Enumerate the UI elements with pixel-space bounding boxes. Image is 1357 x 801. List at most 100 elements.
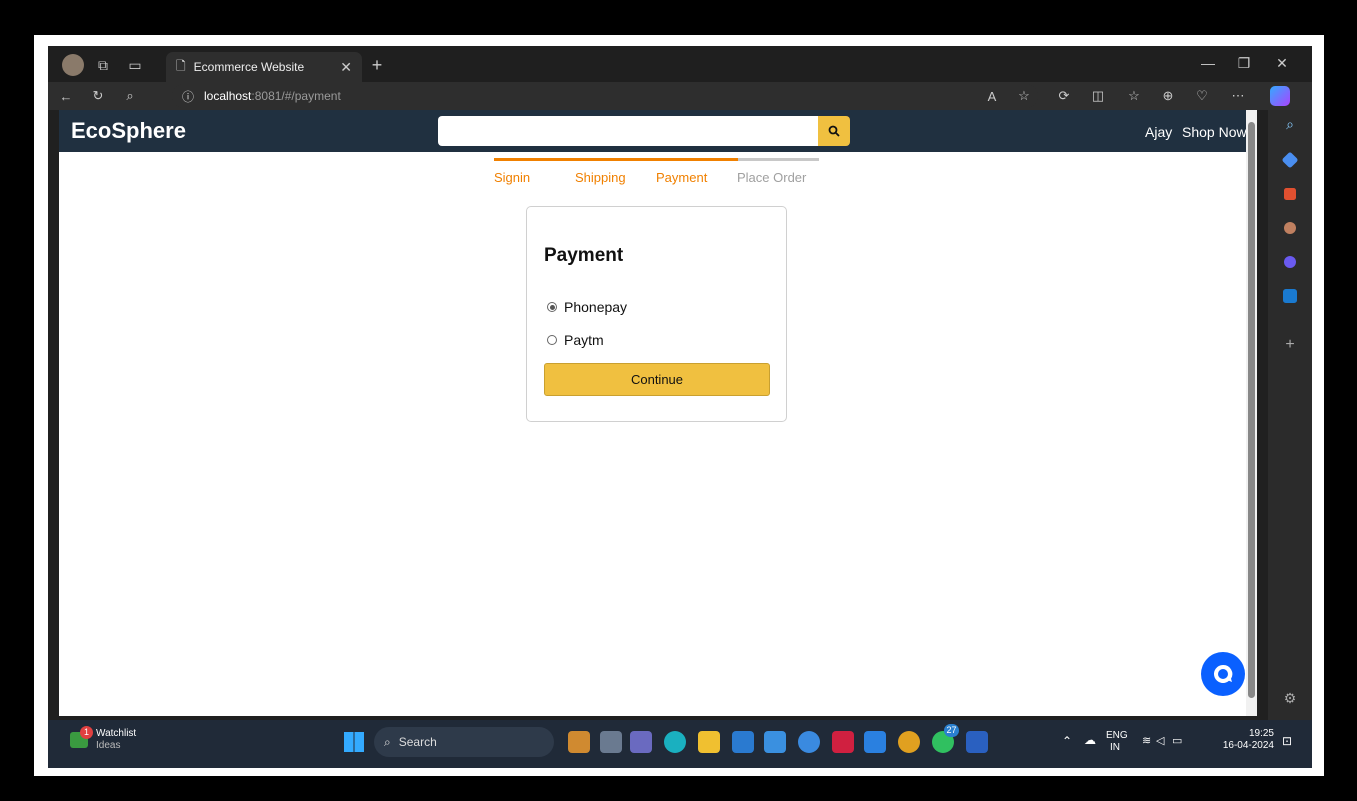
step-payment: Payment <box>656 170 708 185</box>
widgets-watchlist[interactable]: 1 Watchlist Ideas <box>70 726 200 760</box>
onedrive-icon[interactable]: ☁ <box>1084 733 1096 747</box>
page-scrollbar[interactable] <box>1246 110 1257 716</box>
minimize-icon[interactable]: — <box>1198 55 1218 71</box>
shop-now-link[interactable]: Shop Now <box>1182 124 1247 140</box>
new-tab-icon[interactable]: + <box>366 54 388 76</box>
read-aloud-icon[interactable]: A <box>982 86 1002 106</box>
taskbar-search[interactable]: ⌕ Search <box>374 727 554 757</box>
copilot-icon[interactable] <box>1270 86 1290 106</box>
chrome-icon[interactable] <box>898 731 920 753</box>
volume-icon[interactable]: ◁ <box>1156 734 1164 747</box>
language-bottom: IN <box>1110 742 1120 753</box>
watchlist-subtitle: Ideas <box>96 740 121 751</box>
step-place-order: Place Order <box>737 170 807 185</box>
url-field[interactable]: ⓘ localhost:8081/#/payment <box>172 84 1038 108</box>
product-search-input[interactable] <box>438 116 818 146</box>
taskbar-search-label: Search <box>398 735 437 749</box>
settings-gear-icon[interactable]: ⚙ <box>1280 690 1300 710</box>
watchlist-badge: 1 <box>80 726 93 739</box>
search-icon <box>828 125 840 137</box>
url-host: localhost <box>204 89 252 103</box>
file-explorer-icon[interactable] <box>698 731 720 753</box>
workspaces-icon[interactable]: ⧉ <box>92 54 114 76</box>
tools-icon[interactable] <box>1284 188 1296 200</box>
word-icon[interactable] <box>966 731 988 753</box>
search-button[interactable] <box>818 116 850 146</box>
close-tab-icon[interactable]: ✕ <box>340 59 352 76</box>
close-window-icon[interactable]: ✕ <box>1272 55 1292 72</box>
url-path: :8081/#/payment <box>251 89 341 103</box>
tray-expand-icon[interactable]: ⌃ <box>1062 734 1072 748</box>
games-icon[interactable] <box>1284 222 1296 234</box>
tab-actions-icon[interactable]: ▭ <box>124 54 146 76</box>
clock-date: 16-04-2024 <box>1222 740 1274 751</box>
copilot-app-icon[interactable] <box>568 731 590 753</box>
scroll-thumb[interactable] <box>1248 122 1255 698</box>
tab-title: Ecommerce Website <box>193 60 305 74</box>
user-menu-link[interactable]: Ajay <box>1145 124 1172 140</box>
whatsapp-badge: 27 <box>944 724 959 737</box>
more-icon[interactable]: ⋯ <box>1228 86 1248 106</box>
tab-active[interactable]: 🗋 Ecommerce Website ✕ <box>166 52 362 82</box>
step-signin: Signin <box>494 170 531 185</box>
photos-icon[interactable] <box>764 731 786 753</box>
help-icon[interactable] <box>798 731 820 753</box>
payment-title: Payment <box>544 245 624 266</box>
refresh-icon[interactable]: ↻ <box>88 86 108 106</box>
taskview-icon[interactable] <box>600 731 622 753</box>
page-viewport: EcoSphere Ajay Shop Now Signin Shipping … <box>59 110 1257 716</box>
site-navbar: EcoSphere Ajay Shop Now <box>59 110 1257 152</box>
split-screen-icon[interactable]: ◫ <box>1088 86 1108 106</box>
step-shipping: Shipping <box>575 170 626 185</box>
payment-option-phonepay[interactable]: Phonepay <box>547 299 627 315</box>
info-icon: ⓘ <box>182 89 195 104</box>
favorite-star-icon[interactable]: ☆ <box>1014 86 1034 106</box>
watchlist-title: Watchlist <box>96 728 137 739</box>
clock-time: 19:25 <box>1248 728 1274 739</box>
copilot-side-icon[interactable] <box>1284 256 1296 268</box>
paytm-radio[interactable] <box>547 335 557 345</box>
payment-card: Payment Phonepay Paytm Continue <box>526 206 787 422</box>
payment-option-paytm[interactable]: Paytm <box>547 332 604 348</box>
language-top[interactable]: ENG <box>1106 730 1128 741</box>
paytm-label: Paytm <box>564 332 604 348</box>
windows-start-icon[interactable] <box>344 732 364 752</box>
page-icon: 🗋 <box>176 58 186 73</box>
search-sidebar-icon[interactable]: ⌕ <box>1280 116 1300 136</box>
teams-icon[interactable] <box>630 731 652 753</box>
browser-tabbar: ⧉ ▭ 🗋 Ecommerce Website ✕ + — ❐ ✕ <box>48 46 1312 82</box>
restore-icon[interactable]: ❐ <box>1234 55 1254 72</box>
profile-avatar[interactable] <box>62 54 84 76</box>
notifications-icon[interactable]: ⊡ <box>1282 734 1292 748</box>
add-sidebar-icon[interactable]: + <box>1280 336 1300 356</box>
continue-button[interactable]: Continue <box>544 363 770 396</box>
search-icon: ⌕ <box>384 734 391 749</box>
desktop-screen: ⧉ ▭ 🗋 Ecommerce Website ✕ + — ❐ ✕ ← ↻ ⌕ … <box>48 46 1312 768</box>
windows-taskbar: 1 Watchlist Ideas ⌕ Search 27 ⌃ ☁ ENG IN… <box>48 720 1312 768</box>
edge-icon[interactable] <box>664 731 686 753</box>
health-icon[interactable]: ♡ <box>1192 86 1212 106</box>
back-icon[interactable]: ← <box>56 86 76 106</box>
vscode-icon[interactable] <box>864 731 886 753</box>
extensions-icon[interactable]: ⟳ <box>1054 86 1074 106</box>
mcafee-icon[interactable] <box>832 731 854 753</box>
shopping-tag-icon[interactable] <box>1281 151 1299 169</box>
phonepay-label: Phonepay <box>564 299 628 315</box>
phonepay-radio[interactable] <box>547 302 557 312</box>
checkout-steps: Signin Shipping Payment Place Order <box>494 158 819 188</box>
search-icon[interactable]: ⌕ <box>120 86 140 106</box>
store-icon[interactable] <box>732 731 754 753</box>
edge-sidebar: ⌕ + ⚙ <box>1268 110 1312 720</box>
brand-logo[interactable]: EcoSphere <box>71 118 186 144</box>
favorites-icon[interactable]: ☆ <box>1124 86 1144 106</box>
wifi-icon[interactable]: ≋ <box>1142 734 1151 747</box>
collections-icon[interactable]: ⊕ <box>1158 86 1178 106</box>
step-progress-active <box>494 158 738 161</box>
outlook-icon[interactable] <box>1283 289 1297 303</box>
chat-bubble-icon <box>1213 664 1233 683</box>
step-progress-inactive <box>738 158 819 161</box>
browser-addressbar: ← ↻ ⌕ ⓘ localhost:8081/#/payment A ☆ ⟳ ◫… <box>48 82 1312 110</box>
chat-widget-button[interactable] <box>1201 652 1245 696</box>
battery-icon[interactable]: ▭ <box>1172 734 1182 747</box>
taskbar-clock[interactable]: 19:25 16-04-2024 <box>1216 728 1274 752</box>
